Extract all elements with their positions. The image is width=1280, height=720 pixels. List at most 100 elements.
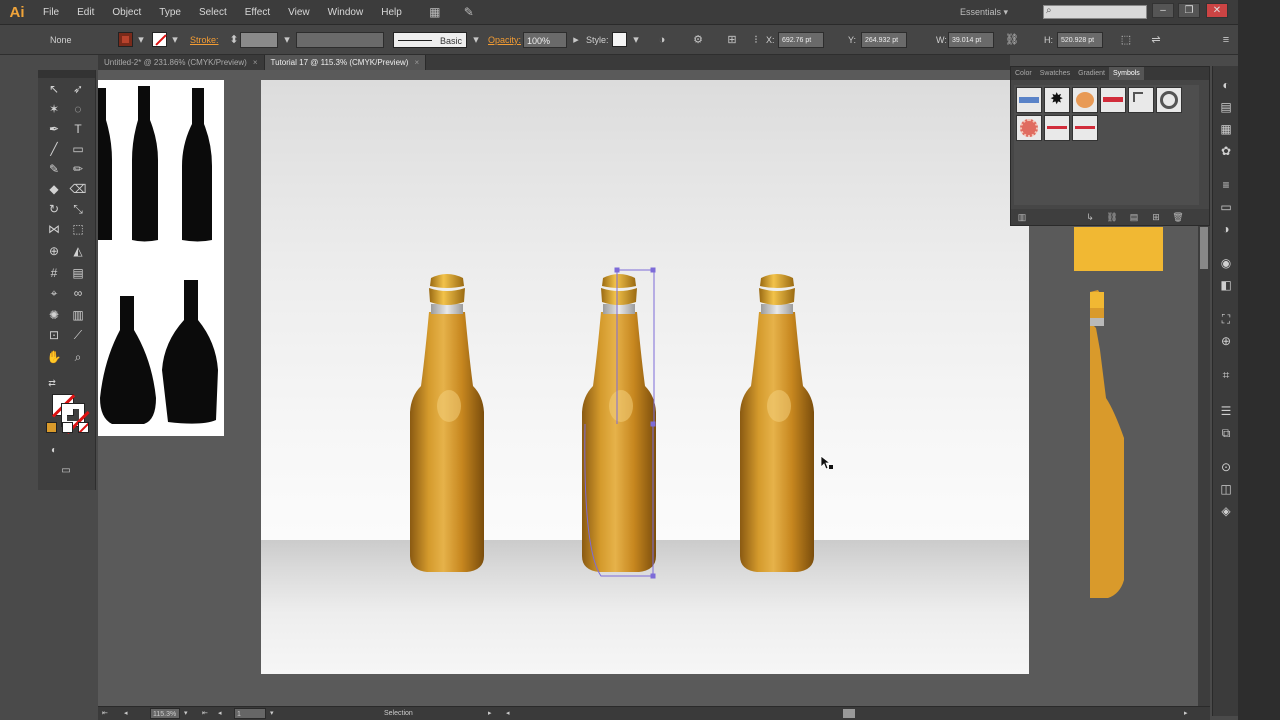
symbol-sprayer-tool-icon[interactable]: ✺ bbox=[44, 306, 64, 324]
paintbrush-tool-icon[interactable]: ✎ bbox=[44, 160, 64, 178]
bottle-right[interactable] bbox=[740, 274, 814, 572]
width-field[interactable]: 39.014 pt bbox=[948, 32, 994, 48]
stroke-panel-link[interactable]: Stroke: bbox=[190, 32, 219, 48]
width-tool-icon[interactable]: ⋈ bbox=[44, 220, 64, 238]
bottle-left[interactable] bbox=[410, 274, 484, 572]
menu-window[interactable]: Window bbox=[319, 0, 373, 25]
artboard-number-field[interactable]: 1 bbox=[234, 708, 266, 719]
zoom-field[interactable]: 115.3% bbox=[150, 708, 180, 719]
tab-gradient[interactable]: Gradient bbox=[1074, 67, 1109, 80]
artboards-panel-icon[interactable]: ◫ bbox=[1217, 480, 1235, 498]
symbol-item[interactable] bbox=[1100, 87, 1126, 113]
reference-point-icon[interactable]: ⁝ bbox=[748, 32, 764, 48]
transform-icon[interactable]: ⊞ bbox=[724, 32, 740, 48]
gradient-panel-icon[interactable]: ▭ bbox=[1217, 198, 1235, 216]
symbol-item[interactable] bbox=[1016, 87, 1042, 113]
rotate-tool-icon[interactable]: ↻ bbox=[44, 200, 64, 218]
pen-tool-icon[interactable]: ✒ bbox=[44, 120, 64, 138]
slice-tool-icon[interactable]: ⟋ bbox=[68, 326, 88, 344]
chevron-down-icon[interactable]: ▾ bbox=[628, 32, 644, 48]
direct-selection-tool-icon[interactable]: ➶ bbox=[68, 80, 88, 98]
pathfinder-icon[interactable]: ⧉ bbox=[1217, 424, 1235, 442]
align-objects-icon[interactable]: ☰ bbox=[1217, 402, 1235, 420]
blend-tool-icon[interactable]: ∞ bbox=[68, 284, 88, 302]
symbol-item[interactable] bbox=[1016, 115, 1042, 141]
selection-tool-icon[interactable]: ↖ bbox=[44, 80, 64, 98]
hand-tool-icon[interactable]: ✋ bbox=[44, 348, 64, 366]
symbol-libraries-icon[interactable]: ▥ bbox=[1015, 210, 1029, 224]
break-link-icon[interactable]: ⛓ bbox=[1105, 210, 1119, 224]
symbol-item[interactable] bbox=[1156, 87, 1182, 113]
blob-brush-tool-icon[interactable]: ◆ bbox=[44, 180, 64, 198]
chevron-down-icon[interactable]: ▾ bbox=[133, 32, 149, 48]
chevron-down-icon[interactable]: ▾ bbox=[468, 32, 484, 48]
delete-symbol-icon[interactable]: 🗑 bbox=[1171, 210, 1185, 224]
close-icon[interactable]: × bbox=[253, 55, 258, 70]
tab-untitled-2[interactable]: Untitled-2* @ 231.86% (CMYK/Preview) × bbox=[98, 55, 265, 70]
eraser-tool-icon[interactable]: ⌫ bbox=[68, 180, 88, 198]
close-icon[interactable]: × bbox=[414, 55, 419, 70]
appearance-panel-icon[interactable]: ◉ bbox=[1217, 254, 1235, 272]
bottle-profile-half-shape[interactable] bbox=[1088, 290, 1130, 600]
menu-view[interactable]: View bbox=[279, 0, 319, 25]
mesh-tool-icon[interactable]: # bbox=[44, 264, 64, 282]
menu-file[interactable]: File bbox=[34, 0, 68, 25]
tab-symbols[interactable]: Symbols bbox=[1108, 67, 1144, 80]
column-graph-tool-icon[interactable]: ▥ bbox=[68, 306, 88, 324]
symbol-item[interactable] bbox=[1044, 115, 1070, 141]
fill-color-swatch[interactable] bbox=[118, 32, 133, 47]
magic-wand-tool-icon[interactable]: ✶ bbox=[44, 100, 64, 118]
chevron-down-icon[interactable]: ▾ bbox=[184, 708, 188, 719]
menu-type[interactable]: Type bbox=[150, 0, 190, 25]
workspace-switcher[interactable]: Essentials ▾ bbox=[960, 5, 1030, 19]
swap-fill-stroke-icon[interactable]: ⇄ bbox=[42, 374, 62, 392]
tab-tutorial-17[interactable]: Tutorial 17 @ 115.3% (CMYK/Preview) × bbox=[264, 55, 427, 70]
symbol-rectangle-artwork[interactable] bbox=[1074, 227, 1163, 271]
screen-mode-icon[interactable]: ▭ bbox=[56, 462, 76, 480]
scroll-right-icon[interactable]: ▸ bbox=[1184, 708, 1188, 719]
stroke-weight-field[interactable] bbox=[240, 32, 278, 48]
rectangle-tool-icon[interactable]: ▭ bbox=[68, 140, 88, 158]
brushes-panel-icon[interactable]: ✿ bbox=[1217, 142, 1235, 160]
menu-effect[interactable]: Effect bbox=[236, 0, 279, 25]
panel-options-icon[interactable]: ⇌ bbox=[1148, 32, 1164, 48]
symbol-item[interactable] bbox=[1072, 87, 1098, 113]
opacity-field[interactable]: 100% bbox=[523, 32, 567, 48]
stroke-panel-icon[interactable]: ≡ bbox=[1217, 176, 1235, 194]
zoom-tool-icon[interactable]: ⌕ bbox=[68, 348, 88, 366]
pencil-tool-icon[interactable]: ✏ bbox=[68, 160, 88, 178]
color-mode-button[interactable] bbox=[46, 422, 57, 433]
brush-definition-dropdown[interactable]: Basic bbox=[393, 32, 467, 48]
align-panel-icon[interactable]: ⊕ bbox=[1217, 332, 1235, 350]
tab-color[interactable]: Color bbox=[1011, 67, 1036, 80]
stroke-color-swatch[interactable] bbox=[152, 32, 167, 47]
horizontal-scrollbar-thumb[interactable] bbox=[843, 709, 855, 718]
recolor-artwork-icon[interactable]: ◑ bbox=[654, 32, 670, 48]
layers-transform-icon[interactable]: ⛶ bbox=[1217, 310, 1235, 328]
links-panel-icon[interactable]: ⊙ bbox=[1217, 458, 1235, 476]
main-artboard[interactable] bbox=[261, 80, 1029, 674]
menu-edit[interactable]: Edit bbox=[68, 0, 103, 25]
scroll-left-icon[interactable]: ◂ bbox=[506, 708, 510, 719]
chevron-right-icon[interactable]: ▸ bbox=[568, 32, 584, 48]
opacity-panel-link[interactable]: Opacity: bbox=[488, 32, 521, 48]
minimize-button[interactable]: – bbox=[1152, 3, 1174, 18]
swatches-panel-icon[interactable]: ▦ bbox=[1217, 120, 1235, 138]
place-symbol-icon[interactable]: ↳ bbox=[1083, 210, 1097, 224]
artboard-tool-icon[interactable]: ⊡ bbox=[44, 326, 64, 344]
height-field[interactable]: 520.928 pt bbox=[1057, 32, 1103, 48]
scale-tool-icon[interactable]: ⤡ bbox=[68, 200, 88, 218]
perspective-grid-tool-icon[interactable]: ◭ bbox=[68, 242, 88, 260]
chevron-down-icon[interactable]: ▾ bbox=[270, 708, 274, 719]
reference-silhouettes[interactable] bbox=[98, 80, 224, 436]
transparency-panel-icon[interactable]: ◑ bbox=[1217, 220, 1235, 238]
nav-first-artboard-icon[interactable]: ⇤ bbox=[202, 708, 208, 719]
symbol-item[interactable]: ✸ bbox=[1044, 87, 1070, 113]
symbol-item[interactable] bbox=[1128, 87, 1154, 113]
menu-object[interactable]: Object bbox=[103, 0, 150, 25]
nav-prev-artboard-icon[interactable]: ◂ bbox=[218, 708, 222, 719]
chevron-down-icon[interactable]: ▾ bbox=[167, 32, 183, 48]
gradient-tool-icon[interactable]: ▤ bbox=[68, 264, 88, 282]
eyedropper-tool-icon[interactable]: ⌖ bbox=[44, 284, 64, 302]
nav-prev-icon[interactable]: ◂ bbox=[124, 708, 128, 719]
